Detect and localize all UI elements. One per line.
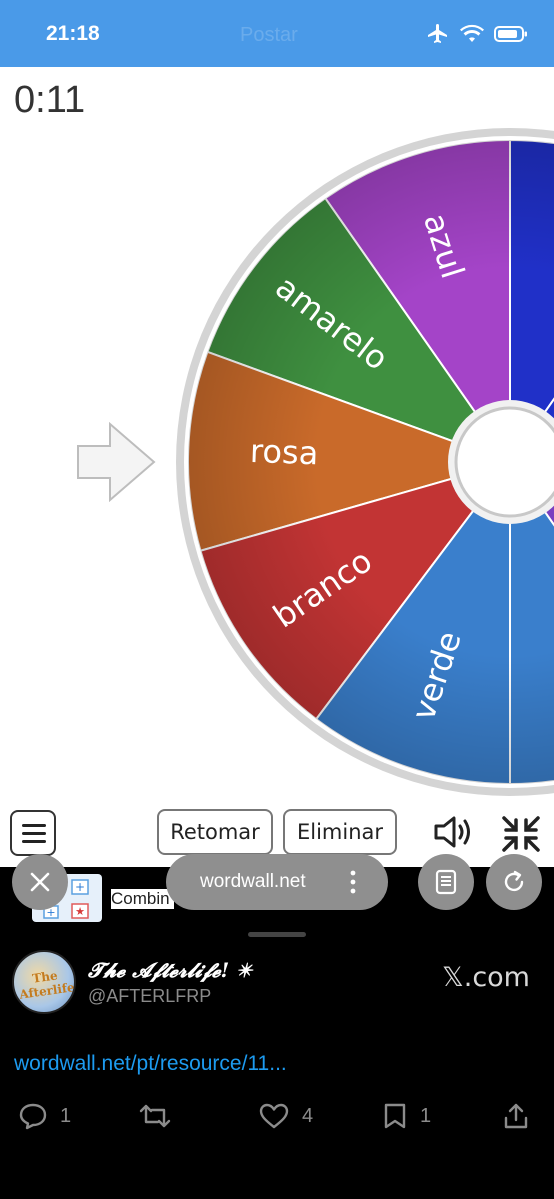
close-icon [30,872,50,892]
svg-text:+: + [75,880,85,894]
reply-count: 1 [60,1104,72,1127]
sheet-grabber[interactable] [248,932,306,937]
like-action[interactable]: 4 [258,1102,313,1130]
bookmark-action[interactable]: 1 [382,1102,431,1130]
reload-icon [504,870,524,892]
status-icons [426,22,528,46]
account-handle: @AFTERLFRP [88,986,212,1006]
share-action[interactable] [502,1102,530,1130]
reader-button[interactable] [418,854,474,910]
reload-button[interactable] [486,854,542,910]
avatar-logo-text: The Afterlife [18,968,76,1002]
eliminar-button[interactable]: Eliminar [283,809,397,855]
post-actions: 1 4 1 [0,1102,554,1142]
menu-icon-line [22,840,46,843]
arrow-right-icon [77,422,156,502]
menu-button[interactable] [10,810,56,856]
heart-icon [259,1103,289,1129]
repost-icon [139,1104,171,1128]
wheel-label-rosa: rosa [249,432,319,472]
more-vertical-icon[interactable] [350,870,356,894]
like-count: 4 [302,1104,314,1127]
account-name: 𝓣𝓱𝓮 𝓐𝓯𝓽𝓮𝓻𝓵𝓲𝓯𝓮! ✴ [88,958,253,982]
game-area: azul amarelo rosa branco verde 0:11 [0,67,554,867]
bookmark-icon [384,1103,406,1129]
status-bar: 21:18 Postar [0,0,554,67]
avatar[interactable]: The Afterlife [12,950,76,1014]
status-time: 21:18 [46,22,100,45]
retomar-button[interactable]: Retomar [157,809,273,855]
menu-icon-line [22,832,46,835]
close-button[interactable] [12,854,68,910]
reply-icon [19,1103,47,1130]
reader-icon [435,869,457,895]
tab-preview-text: Combin [111,889,174,909]
share-icon [504,1103,528,1129]
timer: 0:11 [14,79,86,121]
shrink-icon[interactable] [500,814,542,854]
status-ghost-title: Postar [240,24,298,46]
battery-icon [494,26,527,42]
wheel-hub[interactable] [454,406,554,518]
browser-bar: + + ★ Combin wordwall.net [0,852,554,922]
svg-text:★: ★ [75,905,85,918]
speaker-icon[interactable] [432,814,476,850]
share-sheet: The Afterlife 𝓣𝓱𝓮 𝓐𝓯𝓽𝓮𝓻𝓵𝓲𝓯𝓮! ✴ @AFTERLFR… [0,922,554,1199]
airplane-icon [428,24,447,43]
reply-action[interactable]: 1 [18,1102,71,1130]
url-text: wordwall.net [200,871,306,892]
shared-link[interactable]: wordwall.net/pt/resource/11... [14,1052,287,1076]
bookmark-count: 1 [420,1104,432,1127]
url-bar[interactable]: wordwall.net [166,854,388,910]
menu-icon [22,824,46,827]
repost-action[interactable] [138,1102,184,1130]
wifi-icon [460,24,484,42]
site-label: 𝕏.com [441,962,530,993]
